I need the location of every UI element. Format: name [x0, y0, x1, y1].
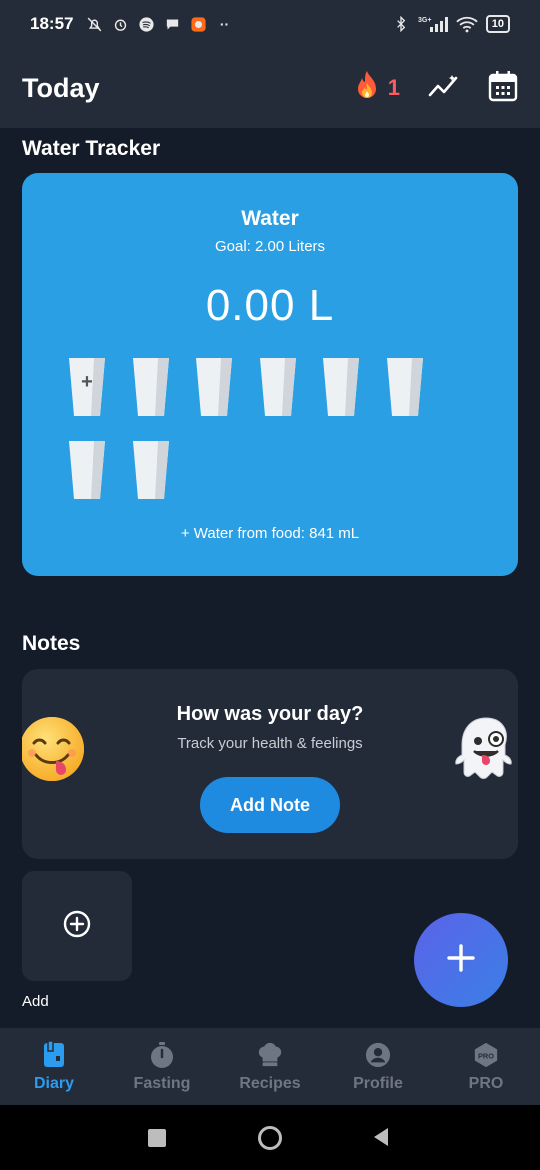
- nav-label: Profile: [353, 1074, 403, 1092]
- app-notification-icon: [189, 15, 207, 33]
- add-circle-icon: [63, 910, 91, 943]
- water-glass[interactable]: [195, 357, 233, 417]
- status-bar: 18:57 ·· 3G+ 10: [0, 0, 540, 48]
- nav-recipes[interactable]: Recipes: [216, 1028, 324, 1105]
- network-type-label: 3G+: [418, 17, 431, 24]
- bluetooth-icon: [392, 15, 410, 33]
- chef-hat-icon: [257, 1041, 283, 1069]
- fire-icon: [352, 70, 382, 107]
- nav-fasting[interactable]: Fasting: [108, 1028, 216, 1105]
- water-glass[interactable]: [132, 357, 170, 417]
- status-time: 18:57: [30, 14, 74, 33]
- status-notification-icons: ··: [85, 15, 233, 33]
- ghost-icon: [454, 715, 518, 785]
- signal-icon: 3G+: [418, 15, 448, 33]
- stopwatch-icon: [149, 1041, 175, 1069]
- water-glass[interactable]: [386, 357, 424, 417]
- battery-indicator: 10: [485, 15, 510, 33]
- nav-label: Diary: [33, 1074, 75, 1092]
- bottom-nav: Diary Fasting Recipes Profile PRO PRO: [0, 1028, 540, 1105]
- system-navigation-bar: [0, 1105, 540, 1170]
- add-label: Add: [22, 993, 49, 1010]
- add-tile[interactable]: [22, 871, 132, 981]
- add-glass-button[interactable]: +: [68, 357, 106, 417]
- streak-count: 1: [387, 75, 400, 100]
- water-tracker-heading: Water Tracker: [22, 137, 161, 160]
- recents-button[interactable]: [148, 1129, 166, 1147]
- chat-icon: [163, 15, 181, 33]
- app-header: Today 1: [0, 48, 540, 128]
- diary-icon: [41, 1040, 67, 1069]
- nav-pro[interactable]: PRO PRO: [432, 1028, 540, 1105]
- home-button[interactable]: [258, 1126, 282, 1150]
- more-notifications-icon: ··: [219, 16, 230, 32]
- water-glass[interactable]: [322, 357, 360, 417]
- nav-diary[interactable]: Diary: [0, 1028, 108, 1105]
- profile-icon: [365, 1041, 391, 1069]
- notes-heading: Notes: [22, 632, 81, 655]
- calendar-icon[interactable]: [488, 70, 518, 107]
- streak-button[interactable]: 1: [352, 70, 400, 107]
- status-system-icons: 3G+ 10: [392, 15, 510, 33]
- page-title: Today: [22, 72, 100, 103]
- pro-badge-icon: PRO: [473, 1041, 499, 1069]
- nav-label: Fasting: [133, 1074, 191, 1092]
- svg-text:PRO: PRO: [478, 1051, 494, 1060]
- back-button[interactable]: [372, 1127, 390, 1152]
- add-note-button[interactable]: Add Note: [200, 777, 340, 833]
- water-glass[interactable]: [132, 440, 170, 500]
- water-from-food: + Water from food: 841 mL: [180, 525, 360, 542]
- floating-add-button[interactable]: [414, 913, 508, 1007]
- plus-icon: [445, 942, 477, 979]
- alarm-icon: [111, 15, 129, 33]
- trend-icon[interactable]: [428, 73, 460, 104]
- notes-question: How was your day?: [176, 703, 364, 725]
- water-card: Water Goal: 2.00 Liters 0.00 L + + Water…: [22, 173, 518, 576]
- notes-subtitle: Track your health & feelings: [177, 735, 363, 752]
- plus-icon: +: [81, 371, 93, 393]
- nav-label: Recipes: [239, 1074, 301, 1092]
- water-glasses: +: [22, 173, 518, 576]
- bell-off-icon: [85, 15, 103, 33]
- nav-profile[interactable]: Profile: [324, 1028, 432, 1105]
- wifi-icon: [456, 15, 478, 33]
- notes-card: How was your day? Track your health & fe…: [22, 669, 518, 859]
- spotify-icon: [137, 15, 155, 33]
- water-glass[interactable]: [68, 440, 106, 500]
- nav-label: PRO: [468, 1074, 504, 1092]
- water-glass[interactable]: [259, 357, 297, 417]
